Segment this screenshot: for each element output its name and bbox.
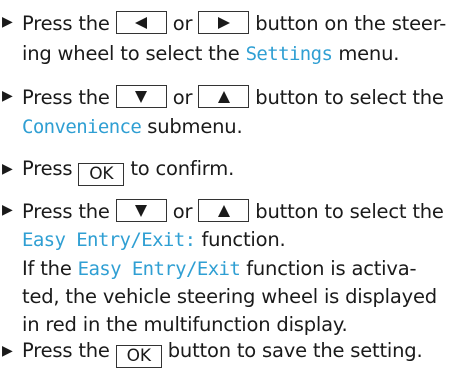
step3-line1: Press OK to confirm.	[22, 158, 234, 186]
step4-text-activa: function is activa-	[246, 257, 417, 280]
right-button-key	[198, 11, 250, 34]
step4-text-line4: ted, the vehicle steering wheel is displ…	[22, 285, 437, 308]
bullet-icon: ▶	[2, 14, 13, 30]
easy-entry-exit-label: Easy Entry/Exit:	[22, 229, 196, 251]
step1-text-button: button on the steer-	[255, 12, 447, 35]
up-button-key	[198, 199, 250, 222]
up-triangle-icon	[217, 90, 230, 103]
bullet-icon: ▶	[2, 161, 13, 177]
step3-text-confirm: to confirm.	[130, 157, 235, 180]
up-triangle-icon	[217, 204, 230, 217]
step5-text-save: button to save the setting.	[167, 339, 423, 362]
step1-text-menu: menu.	[338, 42, 400, 65]
step5-line1: Press the OK button to save the setting.	[22, 339, 423, 368]
step5-text-press: Press the	[22, 339, 110, 362]
step2-line2: Convenience submenu.	[22, 115, 243, 139]
convenience-submenu-label: Convenience	[22, 116, 142, 138]
step4-text-if: If the	[22, 257, 72, 280]
step4-text-press: Press the	[22, 200, 110, 223]
step4-text-function: function.	[201, 228, 286, 251]
step1-text-line2: ing wheel to select the	[22, 42, 240, 65]
instruction-page: ▶ Press the or button on the steer- ing …	[0, 0, 463, 368]
down-triangle-icon	[135, 204, 148, 217]
down-triangle-icon	[135, 90, 148, 103]
step3-text-press: Press	[22, 157, 73, 180]
step4-line5: in red in the multifunction display.	[22, 313, 348, 336]
down-button-key	[115, 199, 167, 222]
step1-text-or: or	[172, 12, 193, 35]
step4-text-line5: in red in the multifunction display.	[22, 313, 348, 336]
bullet-icon: ▶	[2, 88, 13, 104]
step4-line1: Press the or button to select the	[22, 199, 444, 223]
step4-line2: Easy Entry/Exit: function.	[22, 228, 286, 252]
easy-entry-exit-label: Easy Entry/Exit	[77, 258, 241, 280]
left-triangle-icon	[135, 16, 148, 29]
step4-line3: If the Easy Entry/Exit function is activ…	[22, 257, 417, 281]
left-button-key	[115, 11, 167, 34]
step2-text-or: or	[172, 86, 193, 109]
right-triangle-icon	[217, 16, 230, 29]
bullet-icon: ▶	[2, 202, 13, 218]
down-button-key	[115, 85, 167, 108]
step2-text-submenu: submenu.	[147, 115, 243, 138]
ok-button-key: OK	[115, 345, 162, 368]
settings-menu-label: Settings	[245, 43, 333, 65]
step4-text-button: button to select the	[255, 200, 444, 223]
step2-text-button: button to select the	[255, 86, 444, 109]
step1-line2: ing wheel to select the Settings menu.	[22, 42, 400, 66]
step2-text-press: Press the	[22, 86, 110, 109]
step1-line1: Press the or button on the steer-	[22, 11, 446, 35]
up-button-key	[198, 85, 250, 108]
step1-text-press: Press the	[22, 12, 110, 35]
ok-button-key: OK	[78, 163, 125, 186]
step4-text-or: or	[172, 200, 193, 223]
bullet-icon: ▶	[2, 343, 13, 359]
step4-line4: ted, the vehicle steering wheel is displ…	[22, 286, 437, 308]
step2-line1: Press the or button to select the	[22, 85, 444, 109]
